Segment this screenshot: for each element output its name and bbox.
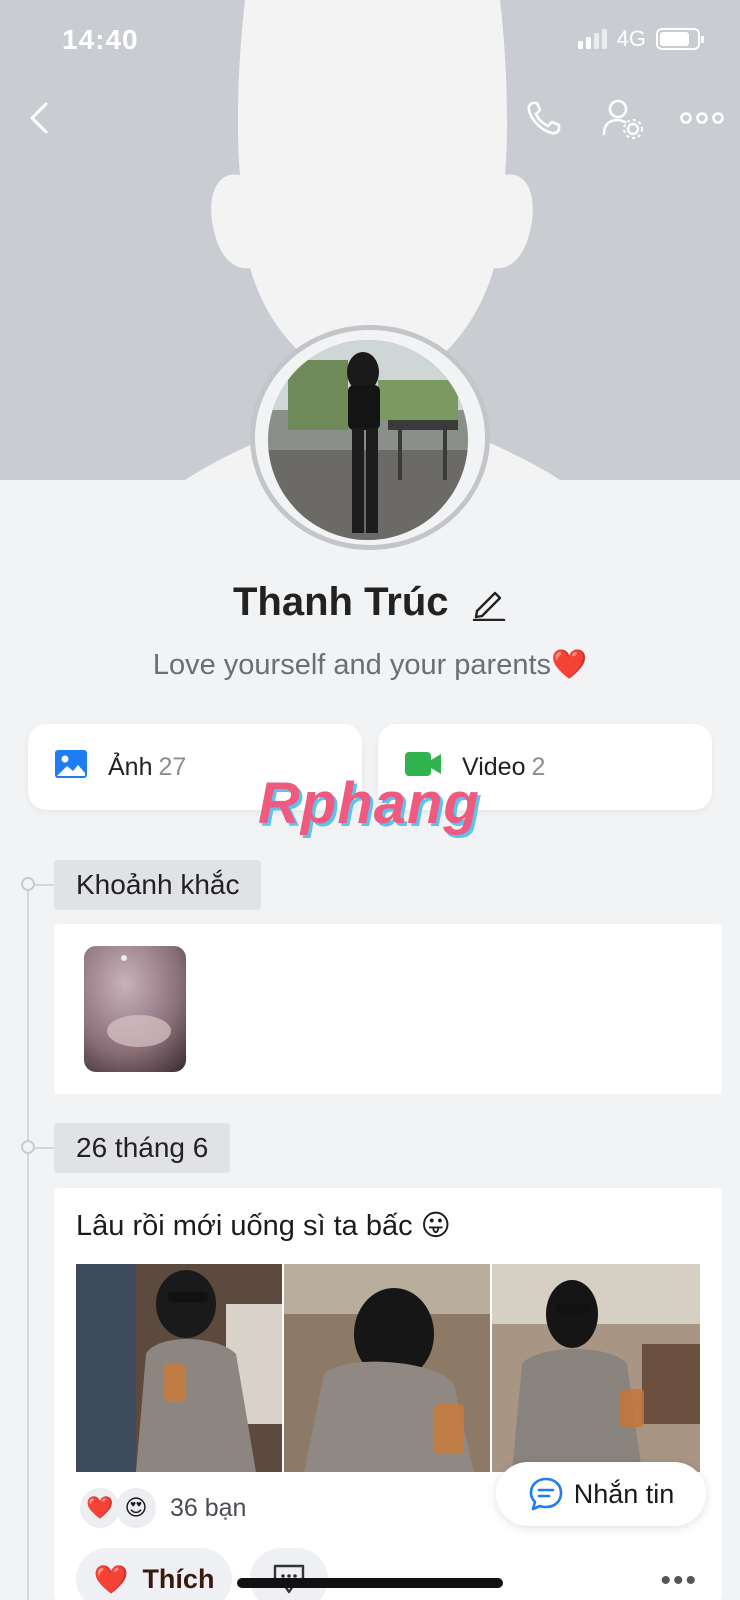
back-button[interactable] — [14, 92, 66, 144]
post-photo-2[interactable] — [284, 1264, 490, 1472]
timeline-tick — [35, 884, 55, 886]
photos-label: Ảnh — [108, 752, 153, 781]
timeline-dot — [21, 1140, 35, 1154]
profile-name: Thanh Trúc — [232, 580, 449, 624]
moments-label: Khoảnh khắc — [54, 860, 262, 910]
timeline-line — [27, 884, 29, 1600]
date-label: 26 tháng 6 — [54, 1123, 231, 1173]
post-text: Lâu rồi mới uống sì ta bấc 😛 — [76, 1210, 451, 1242]
profile-settings-button[interactable] — [596, 92, 648, 144]
chat-bubble-icon — [529, 1477, 563, 1511]
status-bar: 14:40 4G — [0, 0, 740, 80]
timeline-tick — [35, 1147, 55, 1149]
post-photo-1[interactable] — [76, 1264, 282, 1472]
battery-icon — [656, 28, 704, 50]
profile-bio: Love yourself and your parents❤️ — [152, 649, 588, 681]
reaction-summary[interactable]: ❤️ 😍 36 bạn — [80, 1488, 246, 1528]
comment-button[interactable] — [250, 1548, 328, 1600]
photos-count: 27 — [158, 752, 187, 781]
videos-count: 2 — [531, 752, 546, 781]
status-indicators: 4G — [577, 26, 704, 52]
profile-name-row: Thanh Trúc — [0, 580, 740, 625]
message-button-label: Nhắn tin — [573, 1478, 675, 1509]
post-card: Lâu rồi mới uống sì ta bấc 😛 ❤️ 😍 36 bạn… — [54, 1188, 722, 1600]
reaction-count: 36 bạn — [170, 1493, 247, 1522]
phone-icon — [527, 101, 561, 135]
image-icon — [54, 747, 88, 788]
moment-thumbnail[interactable] — [84, 946, 186, 1072]
avatar-photo-image — [268, 340, 468, 540]
more-horizontal-icon — [680, 112, 724, 124]
home-indicator — [237, 1578, 503, 1588]
call-button[interactable] — [518, 92, 570, 144]
pencil-icon — [472, 591, 506, 621]
moments-panel — [54, 924, 722, 1094]
edit-name-button[interactable] — [471, 585, 507, 621]
heart-icon: ❤️ — [93, 1563, 129, 1595]
message-button[interactable]: Nhắn tin — [496, 1462, 706, 1526]
like-button[interactable]: ❤️ Thích — [76, 1548, 232, 1600]
moment-image — [84, 946, 186, 1072]
post-photo-3[interactable] — [492, 1264, 700, 1472]
like-label: Thích — [142, 1563, 215, 1594]
signal-icon — [577, 29, 607, 49]
timeline-dot — [21, 877, 35, 891]
chevron-left-icon — [30, 102, 48, 134]
network-type: 4G — [616, 26, 646, 51]
heart-eyes-reaction-icon: 😍 — [116, 1488, 156, 1528]
status-time: 14:40 — [62, 24, 139, 55]
more-options-button[interactable] — [676, 92, 728, 144]
heart-reaction-icon: ❤️ — [80, 1488, 120, 1528]
user-settings-icon — [602, 99, 643, 139]
battery-level — [660, 32, 689, 46]
watermark-logo: Rphang — [258, 771, 480, 836]
post-more-button[interactable]: ••• — [660, 1564, 698, 1598]
avatar[interactable] — [268, 340, 468, 540]
